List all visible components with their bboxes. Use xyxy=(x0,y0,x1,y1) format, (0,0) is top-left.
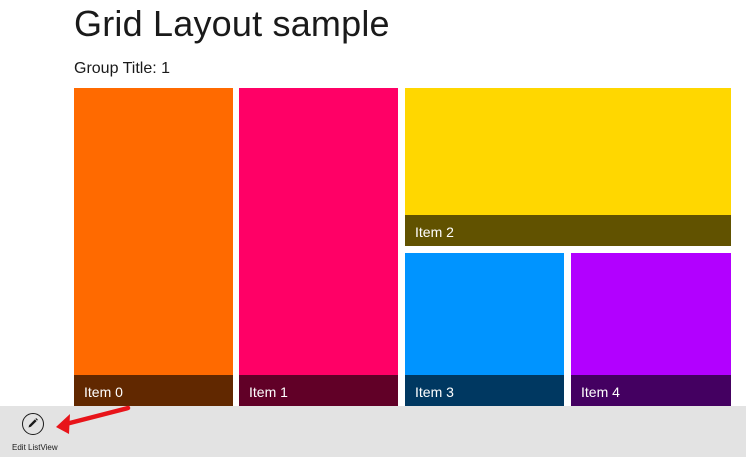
page: Grid Layout sample Group Title: 1 Item 0… xyxy=(0,0,746,457)
annotation-arrow-icon xyxy=(56,405,131,434)
grid-item-4[interactable]: Item 4 xyxy=(571,253,731,406)
grid-item-3[interactable]: Item 3 xyxy=(405,253,564,406)
edit-listview-label: Edit ListView xyxy=(12,443,58,452)
grid-item-1[interactable]: Item 1 xyxy=(239,88,398,406)
item-caption-bar: Item 2 xyxy=(405,215,731,246)
grid-item-0[interactable]: Item 0 xyxy=(74,88,233,406)
item-label: Item 0 xyxy=(84,384,123,400)
item-label: Item 2 xyxy=(415,224,454,240)
item-caption-bar: Item 1 xyxy=(239,375,398,406)
group-title[interactable]: Group Title: 1 xyxy=(74,60,170,78)
page-title: Grid Layout sample xyxy=(74,3,390,44)
grid-item-2[interactable]: Item 2 xyxy=(405,88,731,246)
item-caption-bar: Item 4 xyxy=(571,375,731,406)
item-caption-bar: Item 3 xyxy=(405,375,564,406)
item-label: Item 3 xyxy=(415,384,454,400)
pencil-icon xyxy=(22,413,44,435)
item-label: Item 1 xyxy=(249,384,288,400)
item-label: Item 4 xyxy=(581,384,620,400)
